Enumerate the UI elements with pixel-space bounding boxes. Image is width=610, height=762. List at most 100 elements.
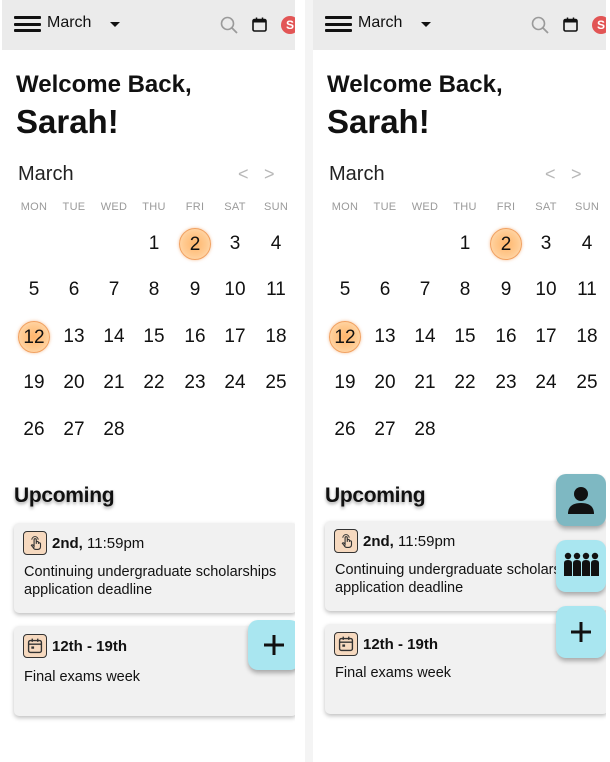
calendar-day[interactable]: 24 [217, 368, 253, 398]
calendar-day[interactable]: 5 [16, 275, 52, 305]
weekday-label: SUN [574, 201, 600, 213]
calendar-day[interactable]: 4 [258, 229, 294, 259]
calendar-day[interactable]: 4 [569, 229, 605, 259]
calendar-day[interactable]: 13 [367, 322, 403, 352]
avatar[interactable]: S [281, 16, 295, 34]
prev-month-button[interactable]: < [545, 164, 556, 185]
calendar-day[interactable]: 15 [136, 322, 172, 352]
calendar-day-highlighted[interactable]: 2 [490, 228, 522, 260]
calendar-icon [23, 634, 47, 658]
month-selector[interactable]: March [47, 14, 91, 32]
upcoming-heading: Upcoming [14, 484, 115, 507]
calendar-day[interactable]: 24 [528, 368, 564, 398]
calendar-day[interactable]: 11 [258, 275, 294, 305]
next-month-button[interactable]: > [571, 164, 582, 185]
month-selector[interactable]: March [358, 14, 402, 32]
weekday-label: WED [100, 201, 128, 213]
chevron-down-icon[interactable] [110, 22, 120, 27]
calendar-day[interactable]: 5 [327, 275, 363, 305]
chevron-down-icon[interactable] [421, 22, 431, 27]
event-title: Continuing undergraduate scholarships ap… [24, 564, 277, 598]
weekday-label: THU [142, 201, 166, 213]
weekday-label: FRI [496, 201, 516, 213]
calendar-day-highlighted[interactable]: 12 [18, 321, 50, 353]
calendar-day[interactable]: 17 [528, 322, 564, 352]
calendar-day[interactable]: 7 [96, 275, 132, 305]
weekday-label: MON [331, 201, 359, 213]
calendar-day[interactable]: 1 [447, 229, 483, 259]
calendar-day[interactable]: 27 [367, 415, 403, 445]
calendar-day[interactable]: 19 [16, 368, 52, 398]
calendar-day[interactable]: 11 [569, 275, 605, 305]
search-icon[interactable] [531, 16, 549, 34]
upcoming-heading: Upcoming [325, 484, 426, 507]
event-date: 2nd, 11:59pm [52, 535, 145, 552]
calendar-day[interactable]: 25 [569, 368, 605, 398]
calendar-day[interactable]: 28 [96, 415, 132, 445]
calendar-day[interactable]: 10 [528, 275, 564, 305]
group-button[interactable] [556, 540, 606, 592]
calendar-day[interactable]: 28 [407, 415, 443, 445]
user-name: Sarah! [16, 103, 119, 140]
prev-month-button[interactable]: < [238, 164, 249, 185]
top-bar: March S [2, 0, 295, 50]
menu-icon[interactable] [14, 16, 41, 32]
calendar-month-title: March [18, 163, 74, 185]
calendar-day[interactable]: 16 [488, 322, 524, 352]
calendar-day[interactable]: 14 [407, 322, 443, 352]
group-icon [564, 552, 599, 576]
event-card[interactable]: 2nd, 11:59pm Continuing undergraduate sc… [14, 523, 295, 613]
calendar-day[interactable]: 27 [56, 415, 92, 445]
search-icon[interactable] [220, 16, 238, 34]
calendar-day[interactable]: 6 [56, 275, 92, 305]
calendar-day[interactable]: 26 [327, 415, 363, 445]
calendar-icon[interactable] [252, 17, 267, 32]
calendar-day[interactable]: 10 [217, 275, 253, 305]
calendar-day[interactable]: 8 [136, 275, 172, 305]
calendar-day[interactable]: 22 [447, 368, 483, 398]
calendar-day[interactable]: 14 [96, 322, 132, 352]
calendar-day[interactable]: 3 [217, 229, 253, 259]
calendar-day[interactable]: 13 [56, 322, 92, 352]
calendar-day[interactable]: 23 [177, 368, 213, 398]
calendar-day[interactable]: 8 [447, 275, 483, 305]
calendar-day[interactable]: 25 [258, 368, 294, 398]
calendar-day[interactable]: 15 [447, 322, 483, 352]
calendar-day[interactable]: 9 [488, 275, 524, 305]
calendar-day[interactable]: 19 [327, 368, 363, 398]
event-date: 2nd, 11:59pm [363, 533, 456, 550]
calendar-day[interactable]: 18 [569, 322, 605, 352]
menu-icon[interactable] [325, 16, 352, 32]
plus-icon [264, 635, 284, 655]
calendar-day[interactable]: 6 [367, 275, 403, 305]
calendar-icon[interactable] [563, 17, 578, 32]
calendar-day[interactable]: 16 [177, 322, 213, 352]
calendar-day[interactable]: 26 [16, 415, 52, 445]
calendar-day[interactable]: 21 [407, 368, 443, 398]
calendar-day[interactable]: 1 [136, 229, 172, 259]
calendar-day-highlighted[interactable]: 2 [179, 228, 211, 260]
calendar-day-highlighted[interactable]: 12 [329, 321, 361, 353]
calendar-day[interactable]: 20 [367, 368, 403, 398]
avatar[interactable]: S [592, 16, 606, 34]
calendar-day[interactable]: 22 [136, 368, 172, 398]
app-screen-expanded: March S Welcome Back, Sarah! March < > M… [313, 0, 606, 752]
calendar-day[interactable]: 3 [528, 229, 564, 259]
profile-button[interactable] [556, 474, 606, 526]
calendar-day[interactable]: 20 [56, 368, 92, 398]
calendar-day[interactable]: 17 [217, 322, 253, 352]
calendar-day[interactable]: 9 [177, 275, 213, 305]
add-event-button[interactable] [556, 606, 606, 658]
calendar-day[interactable]: 23 [488, 368, 524, 398]
calendar-day[interactable]: 7 [407, 275, 443, 305]
weekday-header: MON TUE WED THU FRI SAT SUN [325, 201, 606, 215]
calendar-day[interactable]: 18 [258, 322, 294, 352]
calendar-month-title: March [329, 163, 385, 185]
event-title: Final exams week [24, 669, 141, 685]
weekday-label: MON [20, 201, 48, 213]
weekday-label: THU [453, 201, 477, 213]
calendar-day[interactable]: 21 [96, 368, 132, 398]
next-month-button[interactable]: > [264, 164, 275, 185]
app-screen-collapsed: March S Welcome Back, Sarah! March < > M… [2, 0, 295, 752]
add-event-button[interactable] [248, 620, 295, 670]
